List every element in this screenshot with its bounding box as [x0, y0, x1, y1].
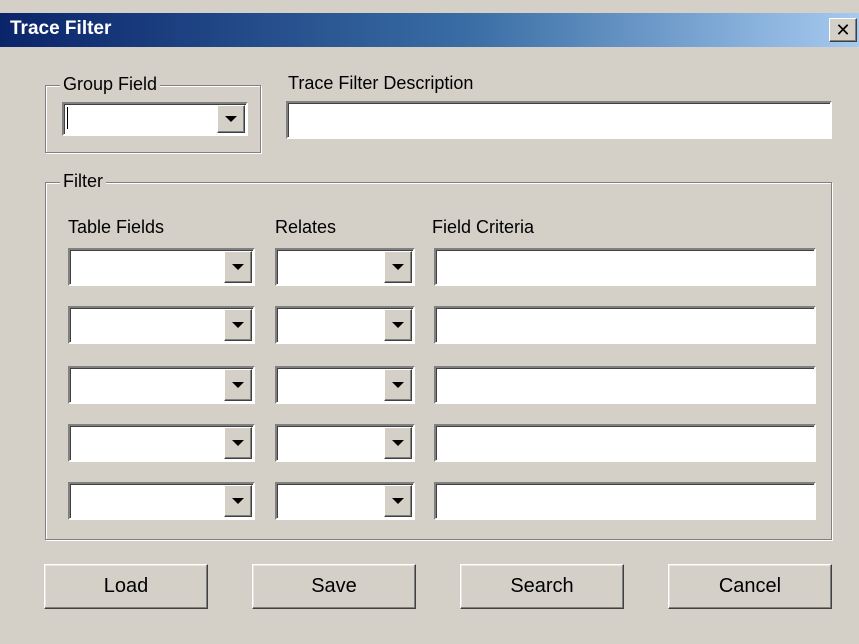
- description-input[interactable]: [286, 101, 832, 139]
- relate-combo[interactable]: [275, 482, 415, 520]
- description-label: Trace Filter Description: [288, 73, 474, 93]
- relate-combo[interactable]: [275, 366, 415, 404]
- search-button[interactable]: Search: [460, 564, 624, 609]
- criteria-input[interactable]: [434, 306, 816, 344]
- table-field-combo[interactable]: [68, 482, 255, 520]
- table-field-combo[interactable]: [68, 366, 255, 404]
- criteria-input[interactable]: [434, 366, 816, 404]
- table-field-combo[interactable]: [68, 248, 255, 286]
- relate-combo[interactable]: [275, 306, 415, 344]
- chevron-down-icon[interactable]: [224, 309, 252, 341]
- criteria-input[interactable]: [434, 248, 816, 286]
- group-field-legend: Group Field: [60, 74, 161, 95]
- table-field-combo[interactable]: [68, 424, 255, 462]
- filter-legend: Filter: [60, 171, 106, 192]
- text-cursor: [67, 107, 68, 129]
- relate-combo[interactable]: [275, 424, 415, 462]
- chevron-down-icon[interactable]: [384, 309, 412, 341]
- chevron-down-icon[interactable]: [384, 251, 412, 283]
- table-field-combo[interactable]: [68, 306, 255, 344]
- criteria-input[interactable]: [434, 482, 816, 520]
- field-criteria-header: Field Criteria: [432, 217, 535, 237]
- chevron-down-icon[interactable]: [384, 369, 412, 401]
- window-title: Trace Filter: [10, 18, 112, 39]
- group-field-combo[interactable]: [62, 102, 248, 136]
- table-fields-header: Table Fields: [68, 217, 165, 237]
- relates-header: Relates: [275, 217, 337, 237]
- relate-combo[interactable]: [275, 248, 415, 286]
- title-bar[interactable]: Trace Filter ✕: [0, 13, 859, 47]
- chevron-down-icon[interactable]: [224, 427, 252, 459]
- chevron-down-icon[interactable]: [217, 105, 245, 133]
- save-button[interactable]: Save: [252, 564, 416, 609]
- criteria-input[interactable]: [434, 424, 816, 462]
- chevron-down-icon[interactable]: [384, 485, 412, 517]
- close-button[interactable]: ✕: [829, 18, 857, 42]
- load-button[interactable]: Load: [44, 564, 208, 609]
- chevron-down-icon[interactable]: [224, 251, 252, 283]
- chevron-down-icon[interactable]: [224, 485, 252, 517]
- group-field-groupbox: Group Field: [45, 74, 261, 153]
- close-icon: ✕: [835, 20, 851, 40]
- cancel-button[interactable]: Cancel: [668, 564, 832, 609]
- chevron-down-icon[interactable]: [224, 369, 252, 401]
- chevron-down-icon[interactable]: [384, 427, 412, 459]
